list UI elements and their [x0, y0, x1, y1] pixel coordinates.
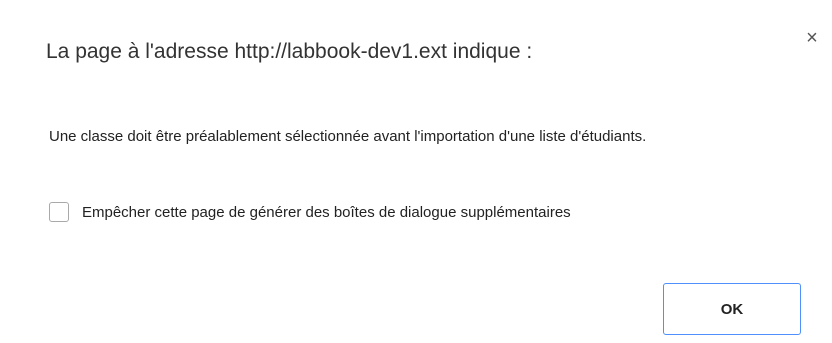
dialog-message: Une classe doit être préalablement sélec… — [49, 128, 647, 145]
suppress-dialogs-label[interactable]: Empêcher cette page de générer des boîte… — [82, 204, 571, 221]
suppress-dialogs-option[interactable]: Empêcher cette page de générer des boîte… — [49, 202, 571, 222]
ok-button[interactable]: OK — [663, 283, 801, 335]
close-icon[interactable]: × — [802, 28, 822, 48]
dialog-title: La page à l'adresse http://labbook-dev1.… — [46, 40, 533, 63]
suppress-dialogs-checkbox[interactable] — [49, 202, 69, 222]
alert-dialog: La page à l'adresse http://labbook-dev1.… — [0, 0, 832, 343]
